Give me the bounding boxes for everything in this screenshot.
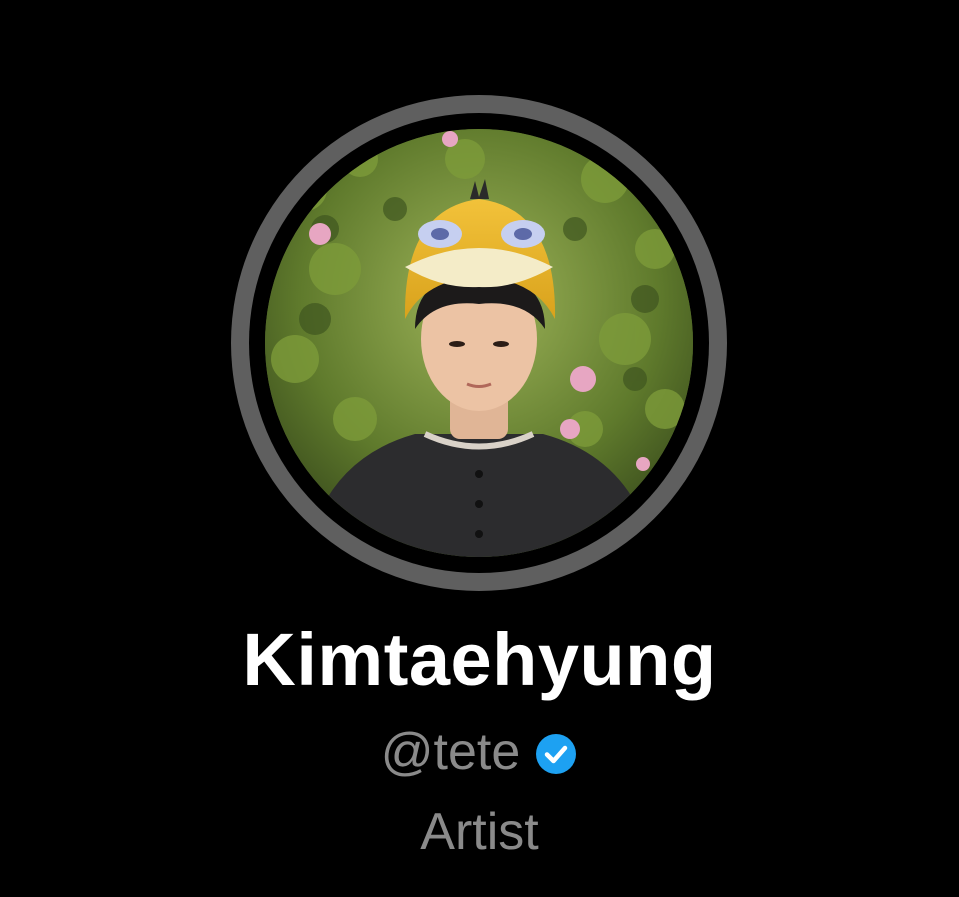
profile-category: Artist bbox=[420, 803, 539, 861]
username-handle[interactable]: @tete bbox=[381, 722, 521, 782]
profile-header: Kimtaehyung @tete Artist bbox=[0, 0, 959, 897]
avatar-photo bbox=[265, 129, 693, 557]
handle-row: @tete bbox=[0, 722, 959, 782]
display-name: Kimtaehyung bbox=[242, 618, 717, 701]
avatar[interactable] bbox=[265, 129, 693, 557]
verified-badge-icon[interactable] bbox=[534, 732, 578, 776]
